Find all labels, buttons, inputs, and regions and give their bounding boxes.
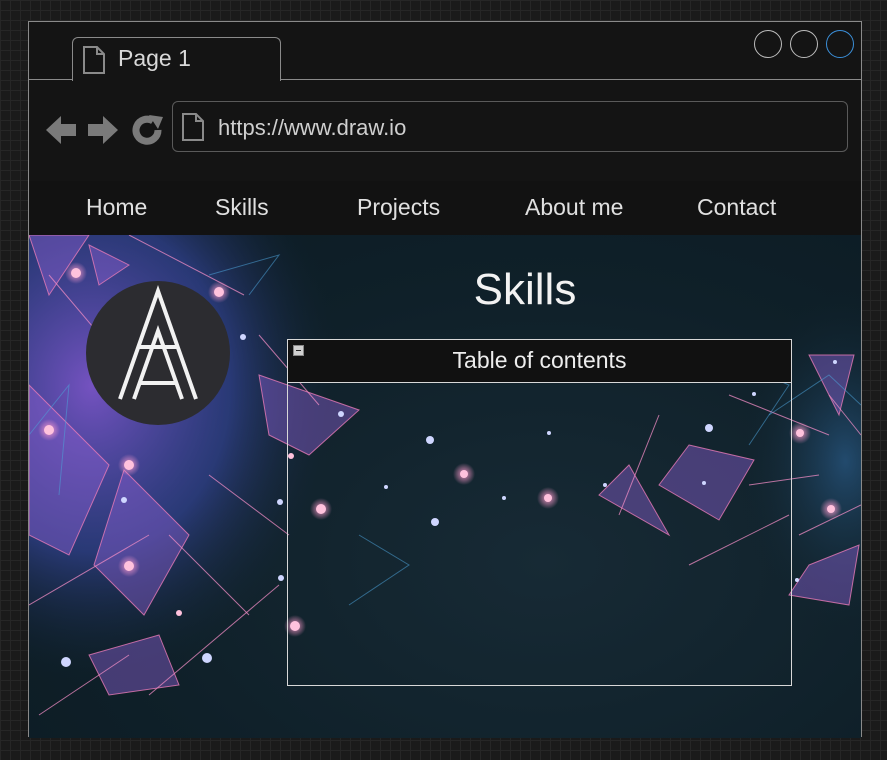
document-icon — [182, 113, 204, 141]
reload-icon[interactable] — [130, 113, 164, 147]
minimize-window-button[interactable] — [754, 30, 782, 58]
tab-title: Page 1 — [118, 45, 191, 71]
nav-item-about-me[interactable]: About me — [525, 194, 623, 221]
close-window-button[interactable] — [826, 30, 854, 58]
arrow-right-icon[interactable] — [86, 113, 120, 147]
url-text[interactable]: https://www.draw.io — [218, 115, 406, 141]
toc-title: Table of contents — [452, 347, 627, 373]
site-nav-menu: Home Skills Projects About me Contact — [29, 181, 861, 236]
browser-window: Page 1 https://www.draw.io Home Skills P… — [28, 21, 862, 738]
table-of-contents-panel: Table of contents — [287, 339, 792, 686]
hero-background: Skills Table of contents — [29, 235, 861, 738]
nav-item-home[interactable]: Home — [86, 194, 147, 221]
browser-tab[interactable]: Page 1 — [72, 37, 281, 81]
maximize-window-button[interactable] — [790, 30, 818, 58]
nav-item-skills[interactable]: Skills — [215, 194, 269, 221]
nav-item-projects[interactable]: Projects — [357, 194, 440, 221]
document-icon — [83, 46, 105, 74]
tab-gap — [73, 79, 280, 81]
toc-header: Table of contents — [288, 340, 791, 383]
arrow-left-icon[interactable] — [44, 113, 78, 147]
address-bar[interactable]: https://www.draw.io — [172, 101, 848, 152]
nav-item-contact[interactable]: Contact — [697, 194, 776, 221]
page-heading: Skills — [473, 265, 577, 314]
